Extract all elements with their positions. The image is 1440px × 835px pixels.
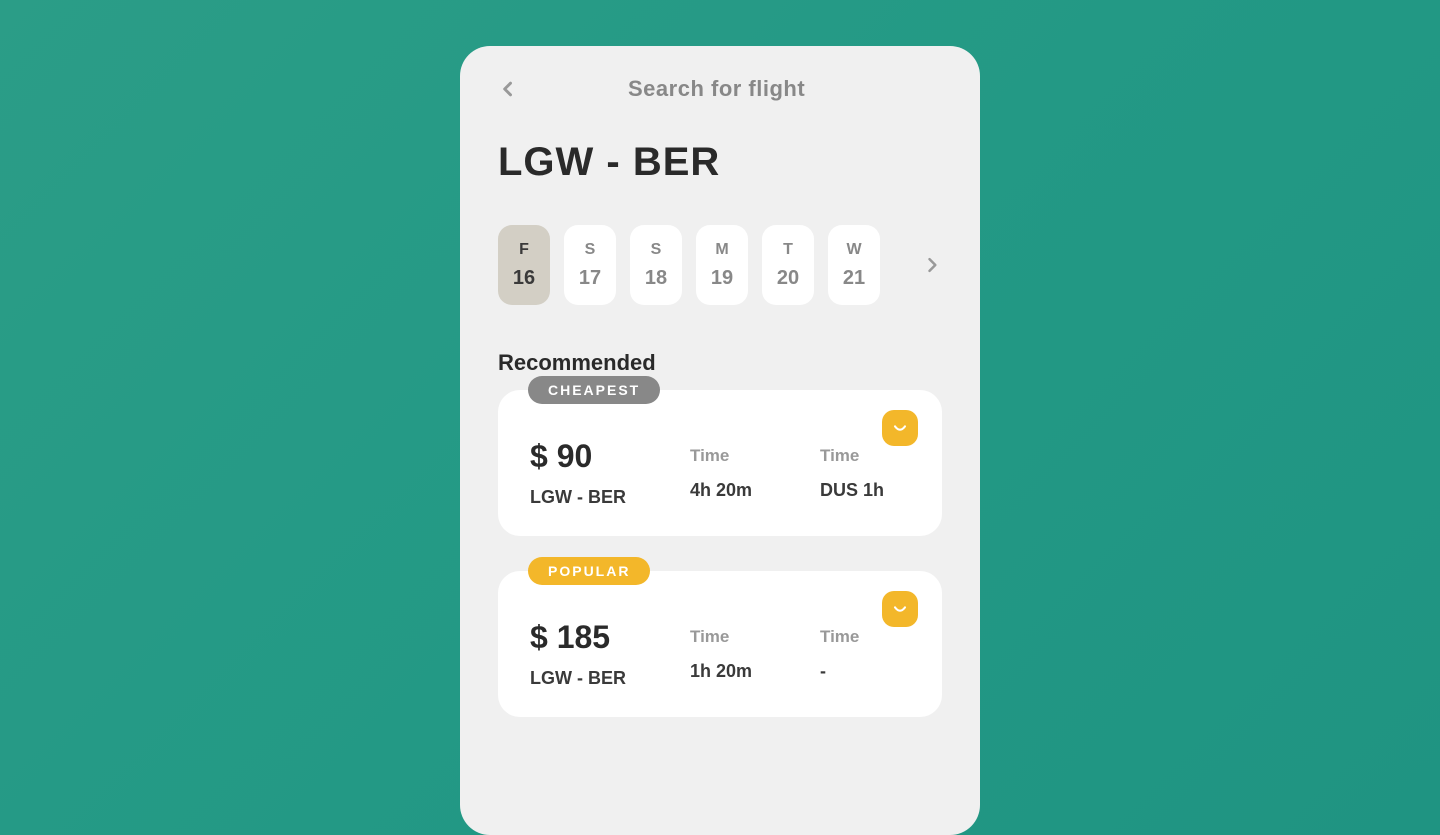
popular-badge: POPULAR: [528, 557, 650, 585]
page-title: Search for flight: [628, 76, 805, 102]
chevron-left-icon: [498, 79, 518, 99]
time-label: Time: [690, 627, 820, 647]
flight-price: $ 185: [530, 619, 690, 656]
chevron-right-icon: [922, 255, 942, 275]
flight-route: LGW - BER: [530, 487, 690, 508]
flight-card[interactable]: POPULAR $ 185 LGW - BER Time 1h 20m Time…: [498, 571, 942, 717]
date-weekday: S: [651, 241, 662, 259]
next-dates-button[interactable]: [922, 255, 942, 275]
date-weekday: M: [715, 241, 728, 259]
date-number: 16: [513, 267, 535, 290]
flight-duration: 1h 20m: [690, 661, 820, 682]
smile-icon: [890, 418, 910, 438]
date-number: 19: [711, 267, 733, 290]
date-weekday: T: [783, 241, 793, 259]
date-number: 20: [777, 267, 799, 290]
section-title: Recommended: [498, 350, 942, 376]
flight-price: $ 90: [530, 438, 690, 475]
time-label: Time: [690, 446, 820, 466]
flight-layover: DUS 1h: [820, 480, 920, 501]
app-container: Search for flight LGW - BER F 16 S 17 S …: [460, 46, 980, 835]
flight-route: LGW - BER: [530, 668, 690, 689]
date-item[interactable]: W 21: [828, 225, 880, 305]
date-number: 17: [579, 267, 601, 290]
back-button[interactable]: [498, 79, 518, 99]
cheapest-badge: CHEAPEST: [528, 376, 660, 404]
date-item[interactable]: T 20: [762, 225, 814, 305]
smile-icon: [890, 599, 910, 619]
flight-layover: -: [820, 661, 920, 682]
time-label: Time: [820, 627, 920, 647]
date-item[interactable]: S 18: [630, 225, 682, 305]
time-label: Time: [820, 446, 920, 466]
date-number: 18: [645, 267, 667, 290]
flight-card[interactable]: CHEAPEST $ 90 LGW - BER Time 4h 20m Time…: [498, 390, 942, 536]
header: Search for flight: [498, 76, 942, 102]
date-weekday: S: [585, 241, 596, 259]
date-item[interactable]: M 19: [696, 225, 748, 305]
flight-duration: 4h 20m: [690, 480, 820, 501]
date-number: 21: [843, 267, 865, 290]
date-weekday: W: [846, 241, 861, 259]
airline-icon: [882, 591, 918, 627]
date-item[interactable]: F 16: [498, 225, 550, 305]
route-heading: LGW - BER: [498, 140, 942, 185]
date-weekday: F: [519, 241, 529, 259]
date-selector: F 16 S 17 S 18 M 19 T 20 W 21: [498, 225, 942, 305]
airline-icon: [882, 410, 918, 446]
date-item[interactable]: S 17: [564, 225, 616, 305]
